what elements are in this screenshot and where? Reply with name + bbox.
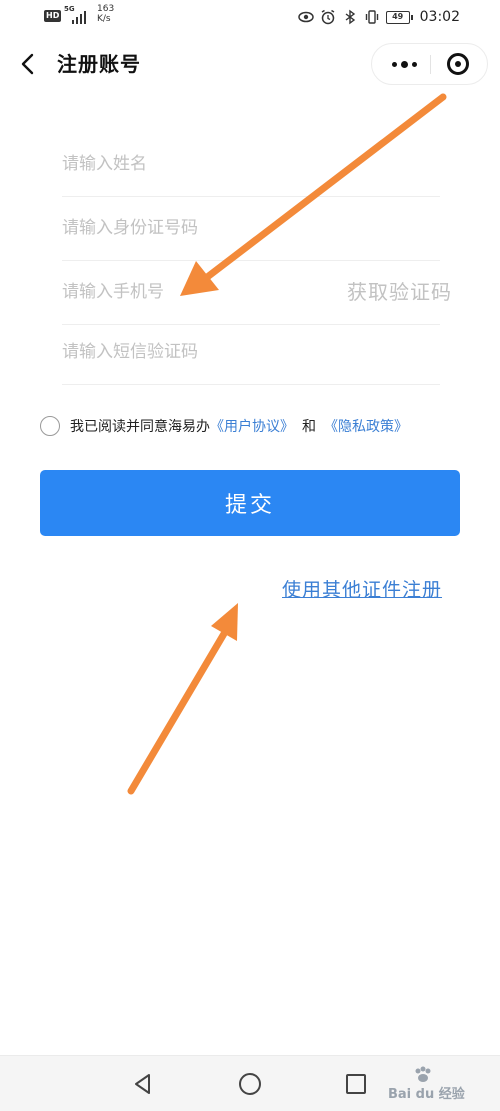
privacy-policy-link[interactable]: 《隐私政策》 (324, 416, 408, 436)
vibrate-icon (365, 10, 378, 24)
capsule-divider (430, 55, 431, 74)
id-number-field (62, 197, 440, 261)
id-number-input[interactable] (62, 211, 322, 245)
sms-code-input[interactable] (62, 335, 322, 369)
clock: 03:02 (419, 9, 460, 25)
battery-icon: 49 (385, 10, 413, 24)
close-mini-program-button[interactable] (447, 53, 469, 75)
more-dot-icon (400, 60, 408, 68)
watermark: Bai du 经验 (388, 1063, 500, 1103)
back-button[interactable] (14, 50, 42, 78)
bluetooth-icon (345, 9, 355, 25)
page-title: 注册账号 (57, 52, 141, 76)
agreement-row: 我已阅读并同意海易办 《用户协议》 和 《隐私政策》 (40, 414, 408, 438)
agreement-and: 和 (302, 419, 316, 435)
user-agreement-link[interactable]: 《用户协议》 (210, 416, 294, 436)
get-code-button[interactable]: 获取验证码 (347, 277, 452, 307)
more-dot-icon (391, 61, 397, 67)
mini-program-capsule (371, 43, 488, 85)
agreement-text: 我已阅读并同意海易办 (70, 419, 210, 435)
sms-code-field (62, 321, 440, 385)
nav-back-icon[interactable] (130, 1071, 156, 1097)
phone-field: 获取验证码 (62, 261, 451, 325)
other-id-register-link[interactable]: 使用其他证件注册 (282, 575, 442, 602)
arrow-annotation-icon (127, 603, 238, 795)
nav-recents-icon[interactable] (343, 1071, 369, 1097)
watermark-text: Bai du 经验 (388, 1087, 465, 1102)
signal-icon (72, 8, 90, 24)
submit-button[interactable]: 提交 (40, 470, 460, 536)
alarm-icon (321, 9, 335, 25)
more-dot-icon (411, 61, 417, 67)
name-field (62, 133, 440, 197)
more-button[interactable] (382, 44, 426, 84)
phone-input[interactable] (62, 275, 322, 309)
hd-icon: HD (44, 10, 62, 22)
name-input[interactable] (62, 147, 322, 181)
network-speed: 163 K/s (97, 4, 115, 24)
eye-icon (297, 11, 314, 23)
status-bar: HD 5G 163 K/s 49 03:02 (0, 0, 500, 36)
agreement-radio[interactable] (40, 416, 60, 436)
status-icons: 49 03:02 (297, 8, 460, 26)
nav-home-icon[interactable] (237, 1071, 263, 1097)
